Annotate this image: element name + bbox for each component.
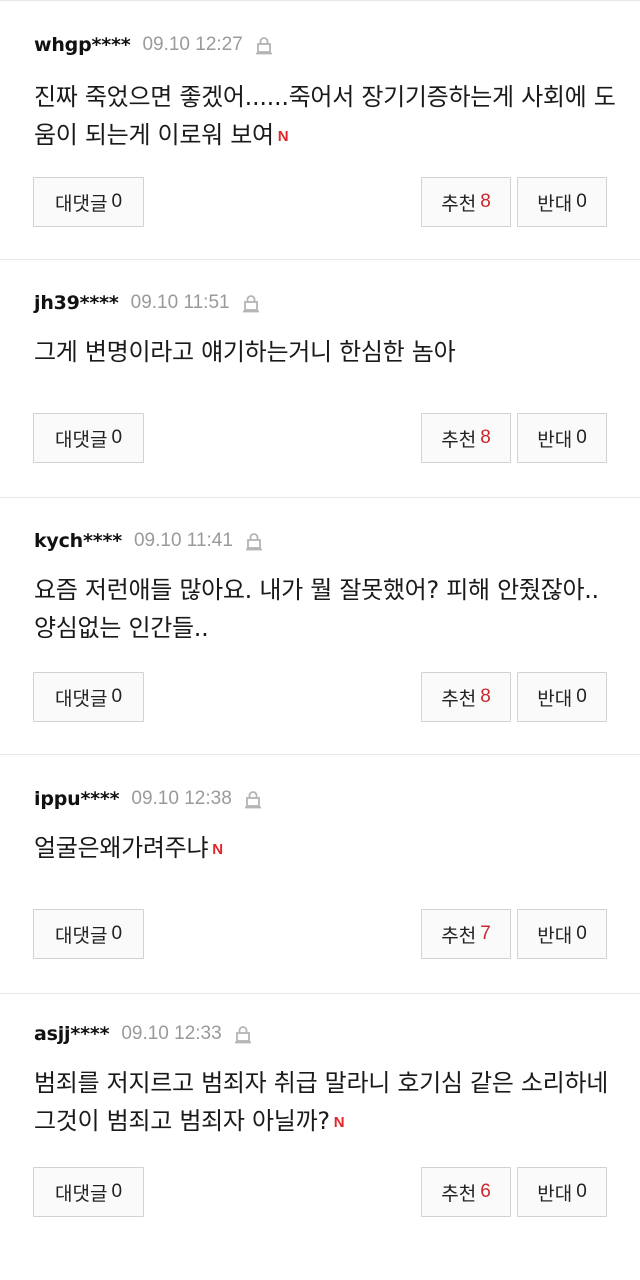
dislike-count: 0 [576, 427, 587, 448]
dislike-button[interactable]: 반대 0 [517, 909, 607, 959]
comment-text: 진짜 죽었으면 좋겠어......죽어서 장기기증하는게 사회에 도움이 되는게… [34, 78, 624, 156]
comment-date: 09.10 12:38 [131, 788, 232, 809]
like-label: 추천 [441, 687, 477, 710]
like-count: 8 [480, 686, 491, 707]
reply-count: 0 [111, 923, 123, 944]
comment-meta: asjj**** 09.10 12:33 [34, 1021, 252, 1047]
reply-label: 대댓글 [54, 1182, 108, 1205]
reply-label: 대댓글 [54, 428, 108, 451]
dislike-button[interactable]: 반대 0 [517, 177, 607, 227]
new-badge-icon: N [212, 841, 223, 858]
comment-body: 얼굴은왜가려주냐 [34, 834, 209, 862]
like-button[interactable]: 추천 8 [421, 413, 511, 463]
comment-username[interactable]: asjj**** [34, 1023, 110, 1045]
comment-meta: whgp**** 09.10 12:27 [34, 32, 273, 58]
like-label: 추천 [441, 924, 477, 947]
like-label: 추천 [441, 428, 477, 451]
comment-date: 09.10 12:27 [142, 34, 243, 55]
comment-body: 범죄를 저지르고 범죄자 취급 말라니 호기심 같은 소리하네 그것이 범죄고 … [34, 1069, 609, 1135]
comment-text: 범죄를 저지르고 범죄자 취급 말라니 호기심 같은 소리하네 그것이 범죄고 … [34, 1064, 624, 1142]
reply-count: 0 [111, 427, 123, 448]
dislike-label: 반대 [537, 687, 573, 710]
comment-body: 그게 변명이라고 얘기하는거니 한심한 놈아 [34, 338, 456, 366]
like-button[interactable]: 추천 8 [421, 672, 511, 722]
like-button[interactable]: 추천 6 [421, 1167, 511, 1217]
reply-button[interactable]: 대댓글 0 [33, 909, 144, 959]
comment-text: 얼굴은왜가려주냐 N [34, 829, 624, 869]
comment-text: 그게 변명이라고 얘기하는거니 한심한 놈아 [34, 333, 624, 371]
comment-date: 09.10 11:51 [130, 292, 230, 313]
reply-button[interactable]: 대댓글 0 [33, 672, 144, 722]
dislike-label: 반대 [537, 428, 573, 451]
comment-date: 09.10 12:33 [121, 1023, 222, 1044]
like-label: 추천 [441, 1182, 477, 1205]
reply-count: 0 [111, 686, 123, 707]
dislike-button[interactable]: 반대 0 [517, 413, 607, 463]
comment-username[interactable]: whgp**** [34, 34, 131, 56]
reply-label: 대댓글 [54, 687, 108, 710]
dislike-label: 반대 [537, 1182, 573, 1205]
like-button[interactable]: 추천 8 [421, 177, 511, 227]
like-button[interactable]: 추천 7 [421, 909, 511, 959]
new-badge-icon: N [277, 128, 289, 145]
reply-button[interactable]: 대댓글 0 [33, 1167, 144, 1217]
like-label: 추천 [441, 192, 477, 215]
reply-button[interactable]: 대댓글 0 [33, 177, 144, 227]
comment-meta: kych**** 09.10 11:41 [34, 528, 263, 554]
divider [0, 497, 640, 498]
comment-username[interactable]: kych**** [34, 530, 122, 552]
divider [0, 259, 640, 260]
new-badge-icon: N [333, 1114, 345, 1131]
comment-text: 요즘 저런애들 많아요. 내가 뭘 잘못했어? 피해 안줬잖아.. 양심없는 인… [34, 571, 624, 647]
comment-meta: jh39**** 09.10 11:51 [34, 290, 260, 316]
comment-body: 요즘 저런애들 많아요. 내가 뭘 잘못했어? 피해 안줬잖아.. 양심없는 인… [34, 576, 599, 642]
reply-button[interactable]: 대댓글 0 [33, 413, 144, 463]
comment-username[interactable]: ippu**** [34, 788, 120, 810]
lock-icon [245, 531, 263, 551]
comment-body: 진짜 죽었으면 좋겠어......죽어서 장기기증하는게 사회에 도움이 되는게… [34, 83, 616, 149]
dislike-label: 반대 [537, 924, 573, 947]
dislike-count: 0 [576, 686, 587, 707]
dislike-button[interactable]: 반대 0 [517, 672, 607, 722]
lock-icon [242, 293, 260, 313]
dislike-count: 0 [576, 191, 587, 212]
lock-icon [244, 789, 262, 809]
lock-icon [255, 35, 273, 55]
dislike-button[interactable]: 반대 0 [517, 1167, 607, 1217]
like-count: 8 [480, 191, 491, 212]
lock-icon [234, 1024, 252, 1044]
dislike-count: 0 [576, 1181, 587, 1202]
divider [0, 754, 640, 755]
dislike-count: 0 [576, 923, 587, 944]
comment-date: 09.10 11:41 [133, 530, 233, 551]
like-count: 8 [480, 427, 491, 448]
reply-label: 대댓글 [54, 192, 108, 215]
divider [0, 0, 640, 1]
divider [0, 993, 640, 994]
comment-meta: ippu**** 09.10 12:38 [34, 786, 262, 812]
comment-username[interactable]: jh39**** [34, 292, 119, 314]
reply-count: 0 [111, 191, 123, 212]
reply-label: 대댓글 [54, 924, 108, 947]
like-count: 6 [480, 1181, 491, 1202]
dislike-label: 반대 [537, 192, 573, 215]
reply-count: 0 [111, 1181, 123, 1202]
like-count: 7 [480, 923, 491, 944]
